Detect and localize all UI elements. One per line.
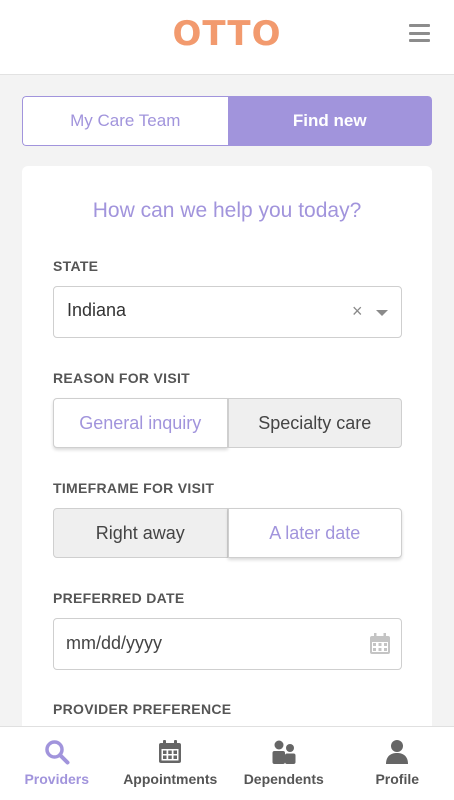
timeframe-label: TIMEFRAME FOR VISIT [53,480,215,496]
timeframe-toggle: Right away A later date [53,508,402,558]
reason-for-visit-toggle: General inquiry Specialty care [53,398,402,448]
calendar-icon [159,740,182,763]
tab-find-new[interactable]: Find new [227,96,432,146]
general-inquiry-option[interactable]: General inquiry [53,398,228,448]
preferred-date-input[interactable]: mm/dd/yyyy [53,618,402,670]
nav-appointments-label: Appointments [123,771,218,787]
provider-preference-label: PROVIDER PREFERENCE [53,701,232,717]
later-date-option[interactable]: A later date [227,508,402,558]
nav-profile[interactable]: Profile [341,727,454,800]
right-away-label: Right away [95,522,185,543]
nav-providers-label: Providers [24,771,90,787]
clear-icon[interactable]: × [352,301,363,322]
tab-my-care-team[interactable]: My Care Team [22,96,228,146]
nav-dependents[interactable]: Dependents [227,727,341,800]
right-away-option[interactable]: Right away [53,508,228,558]
person-icon [386,740,409,764]
form-title: How can we help you today? [92,199,362,222]
state-select-value: Indiana [67,300,127,320]
state-select[interactable]: Indiana × [53,286,402,338]
reason-for-visit-label: REASON FOR VISIT [53,370,191,386]
preferred-date-label: PREFERRED DATE [53,590,185,606]
nav-dependents-label: Dependents [243,771,324,787]
chevron-down-icon[interactable] [376,310,388,316]
specialty-care-label: Specialty care [258,412,372,433]
hamburger-menu-icon[interactable] [409,24,430,42]
search-icon [45,740,70,765]
state-label: STATE [53,258,99,274]
app-header: OTTO [0,0,454,75]
bottom-navigation: Providers Appointments Dependents Profil… [0,726,454,800]
find-provider-form: How can we help you today? STATE Indiana… [22,166,432,766]
specialty-care-option[interactable]: Specialty care [227,398,402,448]
care-team-toggle: My Care Team Find new [22,96,432,146]
date-placeholder: mm/dd/yyyy [66,633,163,653]
later-date-label: A later date [269,522,361,543]
nav-providers[interactable]: Providers [0,727,114,800]
tab-my-care-team-label: My Care Team [70,111,181,130]
people-icon [272,740,296,764]
tab-find-new-label: Find new [292,111,367,130]
nav-profile-label: Profile [375,771,420,787]
calendar-icon[interactable] [368,632,392,656]
general-inquiry-label: General inquiry [79,412,202,433]
nav-appointments[interactable]: Appointments [114,727,228,800]
otto-logo[interactable]: OTTO [0,14,454,54]
